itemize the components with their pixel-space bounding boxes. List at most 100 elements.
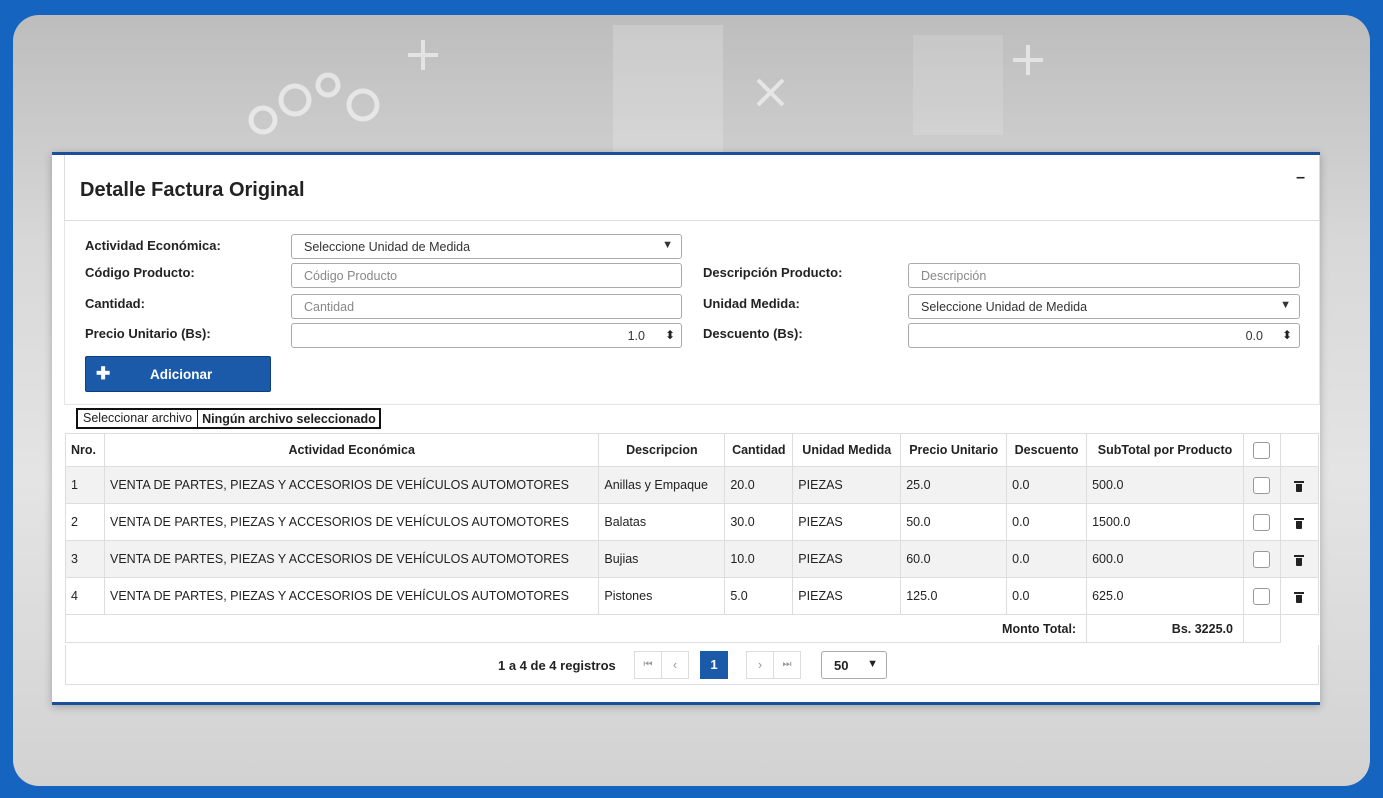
page-1-button[interactable]: 1 <box>700 651 728 679</box>
cell: 30.0 <box>724 503 794 541</box>
cantidad-input[interactable] <box>291 294 682 319</box>
row-checkbox[interactable] <box>1253 476 1271 494</box>
chevron-down-icon: ▼ <box>1280 299 1291 311</box>
cell: Balatas <box>598 503 726 541</box>
last-page-icon[interactable]: ⏭ <box>773 651 801 679</box>
cell: 125.0 <box>900 577 1008 615</box>
descripcion-input[interactable] <box>908 263 1300 288</box>
total-spacer <box>1280 614 1319 643</box>
cell: 0.0 <box>1006 503 1088 541</box>
col-header: Nro. <box>65 433 105 467</box>
cell: 4 <box>65 577 105 615</box>
first-page-icon[interactable]: ⏮ <box>634 651 662 679</box>
add-product-button[interactable]: ✚ Adicionar <box>85 356 271 392</box>
row-select-cell <box>1242 503 1281 541</box>
cell: VENTA DE PARTES, PIEZAS Y ACCESORIOS DE … <box>103 540 600 578</box>
actividad-select-value: Seleccione Unidad de Medida <box>304 240 471 254</box>
plus-icon: ✚ <box>96 364 111 383</box>
trash-icon[interactable] <box>1294 592 1305 603</box>
chevron-down-icon: ▼ <box>662 239 673 251</box>
descripcion-label: Descripción Producto: <box>703 265 843 280</box>
cell: 5.0 <box>724 577 794 615</box>
total-spacer <box>1242 614 1281 643</box>
items-table: Nro. Actividad Económica Descripcion Can… <box>64 433 1320 643</box>
total-label: Monto Total: <box>64 614 1088 643</box>
unidad-label: Unidad Medida: <box>703 296 800 311</box>
descuento-spinner-icon[interactable]: ⬍ <box>1279 326 1295 344</box>
precio-input[interactable] <box>291 323 682 348</box>
pagination: 1 a 4 de 4 registros ⏮ ‹ 1 › ⏭ 50 ▼ <box>65 645 1319 685</box>
page-size-select[interactable]: 50 ▼ <box>821 651 887 679</box>
col-header: Descuento <box>1006 433 1088 467</box>
next-page-icon[interactable]: › <box>746 651 774 679</box>
descuento-label: Descuento (Bs): <box>703 326 803 341</box>
table-row: 4 VENTA DE PARTES, PIEZAS Y ACCESORIOS D… <box>65 577 1320 615</box>
row-actions-cell <box>1279 466 1320 504</box>
row-actions-cell <box>1279 540 1320 578</box>
cell: 600.0 <box>1086 540 1244 578</box>
cell: PIEZAS <box>792 540 902 578</box>
cell: 0.0 <box>1006 577 1088 615</box>
cell: 500.0 <box>1086 466 1244 504</box>
add-button-label: Adicionar <box>150 367 213 382</box>
row-actions-cell <box>1279 577 1320 615</box>
select-all-checkbox[interactable] <box>1253 441 1271 459</box>
trash-icon[interactable] <box>1294 481 1305 492</box>
product-form: Actividad Económica: Seleccione Unidad d… <box>64 221 1320 405</box>
choose-file-button[interactable]: Seleccionar archivo <box>78 410 199 427</box>
row-actions-cell <box>1279 503 1320 541</box>
collapse-icon[interactable]: – <box>1296 169 1305 187</box>
table-row: 3 VENTA DE PARTES, PIEZAS Y ACCESORIOS D… <box>65 540 1320 578</box>
cell: 1 <box>65 466 105 504</box>
cell: 10.0 <box>724 540 794 578</box>
cell: 625.0 <box>1086 577 1244 615</box>
cell: 50.0 <box>900 503 1008 541</box>
trash-icon[interactable] <box>1294 555 1305 566</box>
cell: 0.0 <box>1006 540 1088 578</box>
cell: 25.0 <box>900 466 1008 504</box>
invoice-detail-panel: Detalle Factura Original – Actividad Eco… <box>52 152 1320 705</box>
row-checkbox[interactable] <box>1253 587 1271 605</box>
records-info: 1 a 4 de 4 registros <box>498 658 616 673</box>
precio-label: Precio Unitario (Bs): <box>85 326 211 341</box>
cell: VENTA DE PARTES, PIEZAS Y ACCESORIOS DE … <box>103 466 600 504</box>
col-header: SubTotal por Producto <box>1086 433 1244 467</box>
file-input[interactable]: Seleccionar archivo Ningún archivo selec… <box>76 408 381 429</box>
cell: 0.0 <box>1006 466 1088 504</box>
total-row: Monto Total: Bs. 3225.0 <box>64 614 1319 643</box>
row-select-cell <box>1242 577 1281 615</box>
prev-page-icon[interactable]: ‹ <box>661 651 689 679</box>
trash-icon[interactable] <box>1294 518 1305 529</box>
total-value: Bs. 3225.0 <box>1086 614 1244 643</box>
cell: 2 <box>65 503 105 541</box>
row-select-cell <box>1242 466 1281 504</box>
page-title: Detalle Factura Original <box>80 179 305 201</box>
cell: PIEZAS <box>792 466 902 504</box>
actividad-select[interactable]: Seleccione Unidad de Medida ▼ <box>291 234 682 259</box>
chevron-down-icon: ▼ <box>867 658 878 670</box>
table-header-row: Nro. Actividad Económica Descripcion Can… <box>65 433 1320 467</box>
row-checkbox[interactable] <box>1253 550 1271 568</box>
col-header: Unidad Medida <box>792 433 902 467</box>
unidad-select[interactable]: Seleccione Unidad de Medida ▼ <box>908 294 1300 319</box>
cell: 60.0 <box>900 540 1008 578</box>
col-header: Precio Unitario <box>900 433 1008 467</box>
file-status: Ningún archivo seleccionado <box>202 411 376 426</box>
cell: VENTA DE PARTES, PIEZAS Y ACCESORIOS DE … <box>103 503 600 541</box>
col-header: Actividad Económica <box>103 433 600 467</box>
table-row: 1 VENTA DE PARTES, PIEZAS Y ACCESORIOS D… <box>65 466 1320 504</box>
cell: 20.0 <box>724 466 794 504</box>
codigo-label: Código Producto: <box>85 265 195 280</box>
cell: Bujias <box>598 540 726 578</box>
row-checkbox[interactable] <box>1253 513 1271 531</box>
page-size-value: 50 <box>834 658 849 673</box>
precio-spinner-icon[interactable]: ⬍ <box>662 326 678 344</box>
descuento-input[interactable] <box>908 323 1300 348</box>
codigo-input[interactable] <box>291 263 682 288</box>
cell: VENTA DE PARTES, PIEZAS Y ACCESORIOS DE … <box>103 577 600 615</box>
cell: PIEZAS <box>792 503 902 541</box>
actividad-label: Actividad Económica: <box>85 238 221 253</box>
actions-header <box>1279 433 1320 467</box>
col-header: Descripcion <box>598 433 726 467</box>
col-header: Cantidad <box>724 433 794 467</box>
